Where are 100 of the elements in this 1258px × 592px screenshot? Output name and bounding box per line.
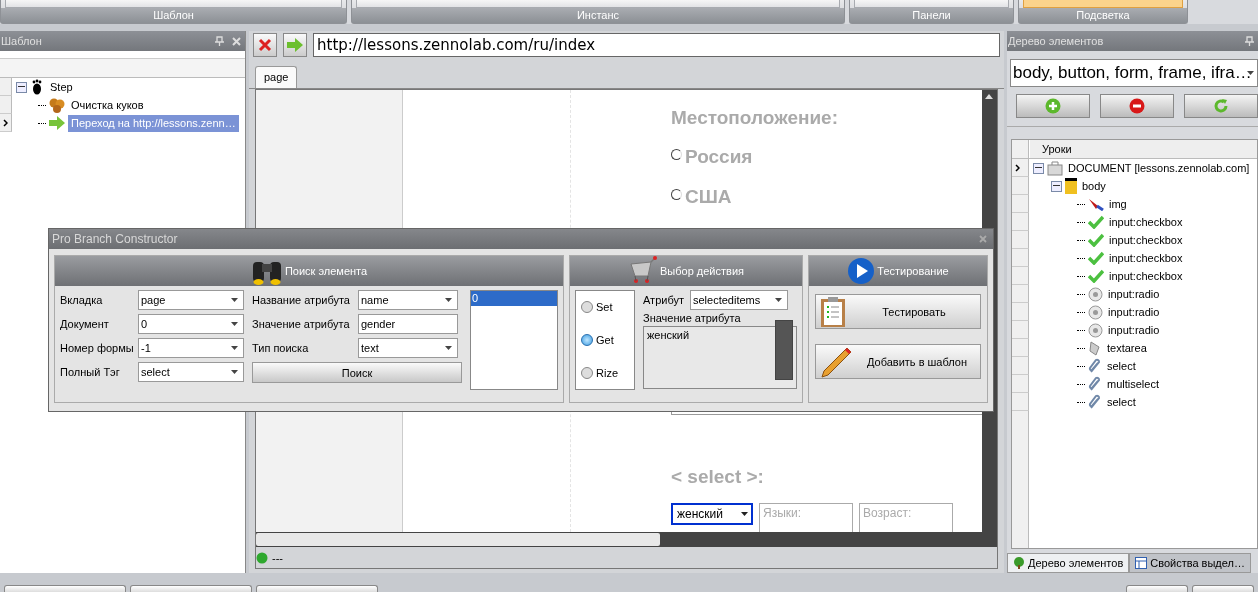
ribbon-group-label: Инстанс — [352, 8, 844, 24]
field-label: Полный Тэг — [60, 366, 121, 378]
value-textarea[interactable]: женский — [643, 326, 797, 389]
tree-item[interactable]: input:checkbox — [1107, 267, 1183, 286]
caret-icon — [445, 346, 452, 350]
minus-icon — [1129, 98, 1145, 115]
ribbon-button-strip[interactable] — [356, 0, 840, 8]
page-tab[interactable]: page — [255, 66, 298, 89]
row-pointer-icon — [1015, 164, 1020, 173]
table-icon — [1135, 557, 1148, 570]
horizontal-scrollbar[interactable] — [256, 532, 997, 548]
row-pointer-icon — [3, 119, 8, 128]
field[interactable]: -1 — [138, 338, 244, 358]
select-dropdown[interactable]: женский — [671, 503, 753, 526]
tree-item[interactable]: img — [1107, 195, 1127, 214]
stop-button[interactable] — [253, 32, 277, 57]
row-header — [1012, 303, 1029, 322]
panel-title: Дерево элементов — [1008, 35, 1105, 48]
tree-item[interactable]: input:checkbox — [1107, 231, 1183, 250]
section-title: Тестирование — [877, 265, 949, 277]
search-button[interactable]: Поиск — [252, 362, 462, 383]
ribbon-button-strip[interactable] — [854, 0, 1009, 8]
caret-icon — [231, 346, 238, 350]
brush-icon — [1088, 197, 1104, 212]
field[interactable]: select — [138, 362, 244, 382]
panel-tab[interactable]: Свойства выдел… — [1129, 553, 1251, 574]
section-title: Поиск элемента — [284, 265, 368, 277]
field-label: Название атрибута — [252, 294, 351, 306]
ribbon-button-strip[interactable] — [5, 0, 342, 8]
tree-item[interactable]: input:checkbox — [1107, 213, 1183, 232]
checkmark-icon — [1088, 269, 1104, 284]
tree-item[interactable]: input:radio — [1106, 303, 1160, 322]
add-button[interactable] — [1016, 94, 1090, 119]
tree-item[interactable]: textarea — [1105, 339, 1147, 358]
remove-button[interactable] — [1100, 94, 1174, 119]
section-heading: Местоположение: — [671, 106, 839, 131]
tree-item[interactable]: input:radio — [1106, 285, 1160, 304]
field[interactable]: gender — [358, 314, 458, 334]
dialog-title: Pro Branch Constructor — [52, 232, 178, 246]
tree-item[interactable]: Step — [47, 78, 76, 96]
collapse-toggle[interactable] — [1033, 162, 1044, 174]
pin-icon[interactable] — [1245, 36, 1254, 47]
tree-item[interactable]: select — [1105, 357, 1136, 376]
refresh-button[interactable] — [1184, 94, 1258, 119]
pin-icon[interactable] — [215, 36, 224, 47]
radio-icon — [1088, 322, 1103, 338]
plus-icon — [1045, 98, 1061, 115]
field[interactable]: 0 — [138, 314, 244, 334]
toolbar-button[interactable] — [1126, 585, 1188, 592]
toolbar-button[interactable] — [256, 585, 378, 592]
url-field[interactable]: http://lessons.zennolab.com/ru/index — [313, 32, 1000, 57]
toolbar-button[interactable] — [4, 585, 126, 592]
column-header: Уроки — [1029, 140, 1257, 159]
test-button[interactable]: Тестировать — [815, 294, 981, 329]
cart-icon — [628, 256, 658, 286]
collapse-toggle[interactable] — [16, 81, 27, 93]
clipboard-icon — [820, 295, 846, 328]
panel-tab[interactable]: Дерево элементов — [1007, 553, 1130, 574]
go-button[interactable] — [283, 32, 307, 57]
status-text: --- — [272, 551, 283, 564]
field[interactable]: name — [358, 290, 458, 310]
row-header — [0, 78, 12, 97]
field-label: Номер формы — [60, 342, 134, 354]
cookie-icon — [49, 97, 65, 113]
panel-title: Шаблон — [1, 35, 43, 48]
status-light-icon — [256, 551, 268, 564]
filter-dropdown[interactable]: body, button, form, frame, ifra… — [1010, 59, 1258, 88]
field-label: Значение атрибута — [643, 312, 742, 324]
tree-item[interactable]: DOCUMENT [lessons.zennolab.com] — [1066, 159, 1250, 178]
tree-item[interactable]: input:radio — [1106, 321, 1160, 340]
tree-item[interactable]: select — [1105, 393, 1136, 412]
toolbar-button[interactable] — [130, 585, 252, 592]
row-header — [1012, 375, 1029, 394]
radio-label: США — [685, 186, 732, 209]
caret-icon — [231, 370, 238, 374]
radio-icon — [1088, 286, 1103, 302]
tree-item[interactable]: input:checkbox — [1107, 249, 1183, 268]
toolbar-button[interactable] — [1192, 585, 1254, 592]
textarea-scrollbar[interactable] — [775, 320, 793, 380]
tree-item[interactable]: multiselect — [1105, 375, 1159, 394]
form-field-label: Языки: — [759, 503, 853, 533]
field[interactable]: page — [138, 290, 244, 310]
attribute-dropdown[interactable]: selecteditems — [690, 290, 788, 310]
field-label: Вкладка — [60, 294, 104, 306]
form-field-label: Возраст: — [859, 503, 953, 533]
collapse-toggle[interactable] — [1051, 180, 1062, 192]
field-label: Документ — [60, 318, 110, 330]
field[interactable]: text — [358, 338, 458, 358]
close-icon[interactable] — [979, 235, 987, 243]
add-button[interactable]: Добавить в шаблон — [815, 344, 981, 379]
tree-item[interactable]: body — [1080, 177, 1106, 196]
radio-button[interactable] — [581, 301, 593, 314]
radio-label: Get — [596, 334, 614, 346]
row-header — [1012, 249, 1029, 268]
radio-button[interactable] — [581, 334, 593, 346]
field-label: Значение атрибута — [252, 318, 351, 330]
radio-button[interactable] — [581, 366, 593, 379]
ribbon-group-label: Шаблон — [1, 8, 346, 24]
result-item[interactable]: 0 — [471, 291, 557, 306]
tree-item[interactable]: Очистка куков — [68, 96, 147, 114]
